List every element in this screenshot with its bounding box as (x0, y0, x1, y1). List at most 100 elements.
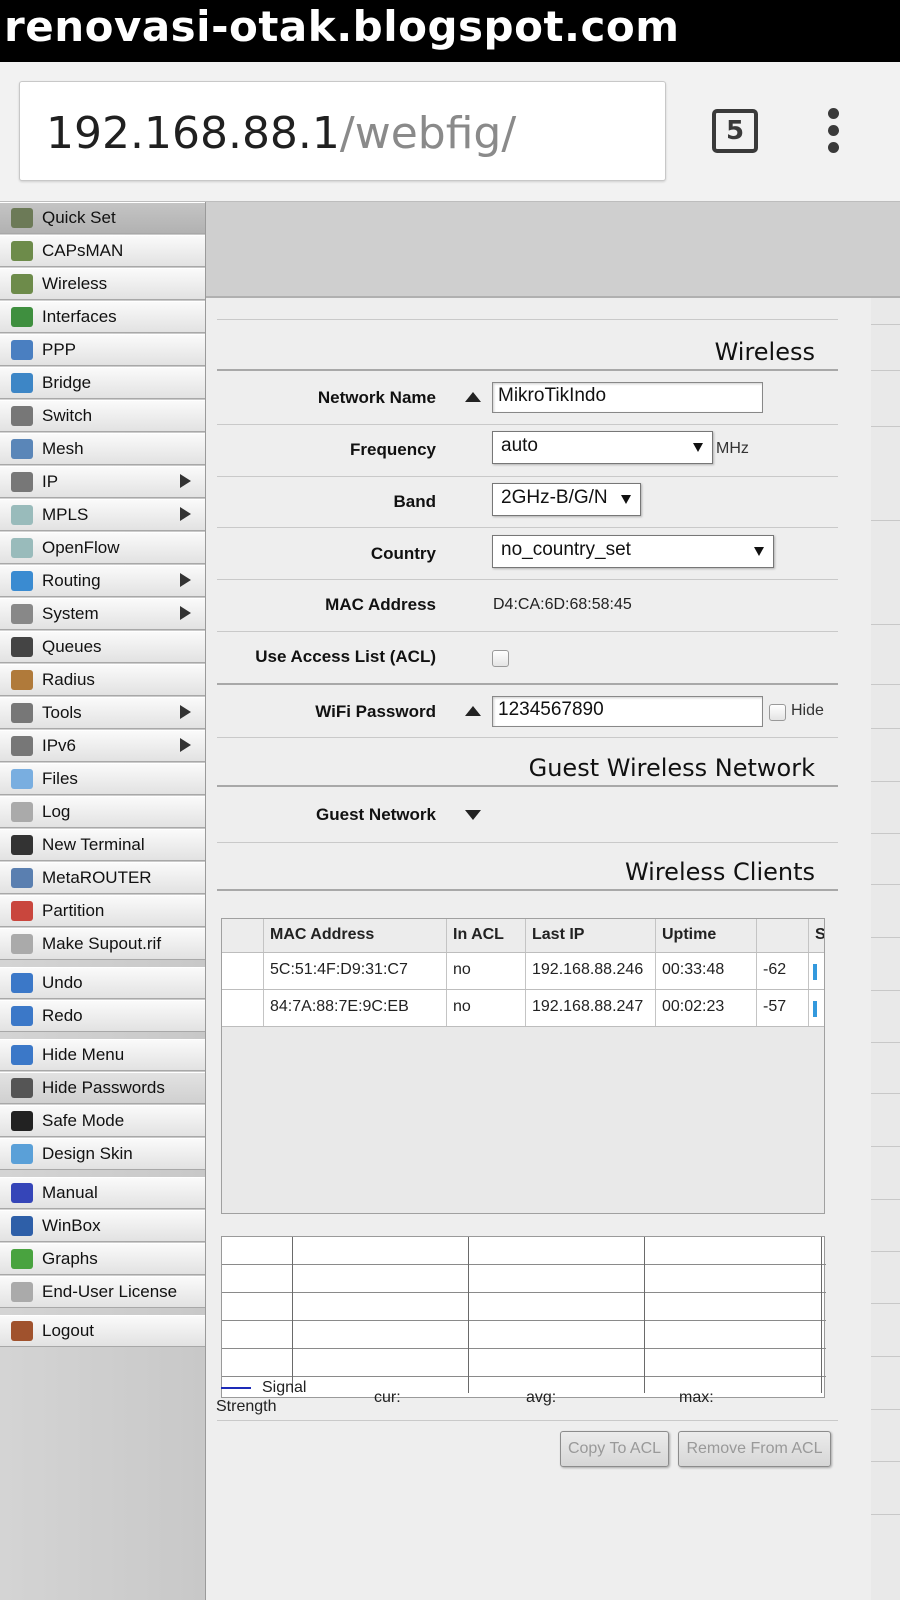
collapse-up-icon[interactable] (465, 392, 481, 402)
sidebar-item-label: Graphs (42, 1249, 98, 1268)
network-name-input[interactable]: MikroTikIndo (492, 382, 763, 413)
frequency-select[interactable]: auto (492, 431, 713, 464)
remove-from-acl-button[interactable]: Remove From ACL (678, 1431, 831, 1467)
copy-to-acl-button[interactable]: Copy To ACL (560, 1431, 669, 1467)
sidebar-item-label: IPv6 (42, 736, 77, 755)
browser-menu-icon[interactable] (826, 108, 840, 154)
sidebar-item-winbox[interactable]: WinBox (0, 1210, 205, 1242)
acl-label: Use Access List (ACL) (255, 647, 436, 666)
sidebar-item-openflow[interactable]: OpenFlow (0, 532, 205, 564)
sidebar-item-label: Mesh (42, 439, 84, 458)
files-icon (11, 769, 33, 789)
sidebar-item-make-supout-rif[interactable]: Make Supout.rif (0, 928, 205, 960)
table-cell (809, 953, 824, 989)
acl-checkbox[interactable] (492, 650, 509, 667)
sidebar-item-hide-menu[interactable]: Hide Menu (0, 1039, 205, 1071)
sidebar-item-redo[interactable]: Redo (0, 1000, 205, 1032)
sidebar-item-mpls[interactable]: MPLS (0, 499, 205, 531)
sidebar-item-interfaces[interactable]: Interfaces (0, 301, 205, 333)
hide-password-label: Hide (791, 702, 824, 719)
switch-icon (11, 406, 33, 426)
signal-bar-icon (813, 1001, 817, 1017)
undo-icon (11, 973, 33, 993)
partition-icon (11, 901, 33, 921)
interfaces-icon (11, 307, 33, 327)
band-select[interactable]: 2GHz-B/G/N (492, 483, 641, 516)
guest-network-label: Guest Network (316, 805, 436, 824)
sidebar-item-label: Make Supout.rif (42, 934, 162, 953)
graph-cur-label: cur: (374, 1389, 401, 1406)
sidebar-item-bridge[interactable]: Bridge (0, 367, 205, 399)
winbox-icon (11, 1216, 33, 1236)
sidebar-item-design-skin[interactable]: Design Skin (0, 1138, 205, 1170)
country-select[interactable]: no_country_set (492, 535, 774, 568)
signal-strength-graph (221, 1236, 826, 1398)
radius-icon (11, 670, 33, 690)
sidebar-item-label: WinBox (42, 1216, 101, 1235)
expand-down-icon[interactable] (465, 810, 481, 820)
bridge-icon (11, 373, 33, 393)
divider (217, 527, 838, 528)
manual-icon (11, 1183, 33, 1203)
table-cell: 00:33:48 (656, 953, 757, 989)
sidebar-item-quick-set[interactable]: Quick Set (0, 202, 205, 234)
sidebar-item-metarouter[interactable]: MetaROUTER (0, 862, 205, 894)
sidebar-item-graphs[interactable]: Graphs (0, 1243, 205, 1275)
main-panel: Wireless Network Name MikroTikIndo Frequ… (206, 202, 900, 1600)
sidebar-item-routing[interactable]: Routing (0, 565, 205, 597)
wifi-password-input[interactable]: 1234567890 (492, 696, 763, 727)
table-cell: 5C:51:4F:D9:31:C7 (264, 953, 447, 989)
browser-toolbar: 192.168.88.1/webfig/ 5 (0, 62, 900, 202)
sidebar-item-switch[interactable]: Switch (0, 400, 205, 432)
sidebar-item-end-user-license[interactable]: End-User License (0, 1276, 205, 1308)
sidebar-item-label: Logout (42, 1321, 94, 1340)
sidebar-item-manual[interactable]: Manual (0, 1177, 205, 1209)
sidebar-item-label: Switch (42, 406, 93, 425)
sidebar-item-files[interactable]: Files (0, 763, 205, 795)
sidebar-item-ipv6[interactable]: IPv6 (0, 730, 205, 762)
sidebar-item-radius[interactable]: Radius (0, 664, 205, 696)
table-row[interactable]: 84:7A:88:7E:9C:EB no 192.168.88.247 00:02:2… (222, 990, 824, 1027)
divider (217, 1420, 838, 1421)
sidebar-item-logout[interactable]: Logout (0, 1315, 205, 1347)
url-text: 192.168.88.1/webfig/ (46, 108, 517, 159)
table-row[interactable]: 5C:51:4F:D9:31:C7 no 192.168.88.246 00:33:4… (222, 953, 824, 990)
ip-icon (11, 472, 33, 492)
table-header-row: MAC Address In ACL Last IP Uptime S (222, 919, 824, 953)
sidebar-item-hide-passwords[interactable]: Hide Passwords (0, 1072, 205, 1104)
make-supout-rif-icon (11, 934, 33, 954)
quick-set-icon (11, 208, 33, 228)
sidebar-item-safe-mode[interactable]: Safe Mode (0, 1105, 205, 1137)
sidebar-item-capsman[interactable]: CAPsMAN (0, 235, 205, 267)
divider (217, 369, 838, 371)
sidebar-item-partition[interactable]: Partition (0, 895, 205, 927)
collapse-up-icon[interactable] (465, 706, 481, 716)
wifi-password-label: WiFi Password (315, 702, 436, 721)
sidebar-item-log[interactable]: Log (0, 796, 205, 828)
sidebar-item-wireless[interactable]: Wireless (0, 268, 205, 300)
sidebar-item-new-terminal[interactable]: New Terminal (0, 829, 205, 861)
sidebar-item-ip[interactable]: IP (0, 466, 205, 498)
sidebar-item-tools[interactable]: Tools (0, 697, 205, 729)
submenu-arrow-icon (180, 474, 191, 488)
right-edge-column (871, 298, 900, 1600)
frequency-unit: MHz (716, 440, 749, 457)
address-bar[interactable]: 192.168.88.1/webfig/ (19, 81, 666, 181)
mac-address-value: D4:CA:6D:68:58:45 (493, 596, 632, 613)
submenu-arrow-icon (180, 738, 191, 752)
ppp-icon (11, 340, 33, 360)
sidebar-item-system[interactable]: System (0, 598, 205, 630)
sidebar-item-label: CAPsMAN (42, 241, 124, 260)
sidebar-item-ppp[interactable]: PPP (0, 334, 205, 366)
tab-switcher-button[interactable]: 5 (712, 109, 758, 153)
sidebar-item-label: System (42, 604, 99, 623)
hide-password-checkbox[interactable] (769, 704, 786, 721)
divider (217, 737, 838, 738)
divider (217, 319, 838, 320)
sidebar-item-queues[interactable]: Queues (0, 631, 205, 663)
wireless-section-title: Wireless (714, 338, 815, 366)
sidebar-item-undo[interactable]: Undo (0, 967, 205, 999)
sidebar-item-label: IP (42, 472, 59, 491)
sidebar-item-mesh[interactable]: Mesh (0, 433, 205, 465)
country-label: Country (370, 544, 436, 563)
